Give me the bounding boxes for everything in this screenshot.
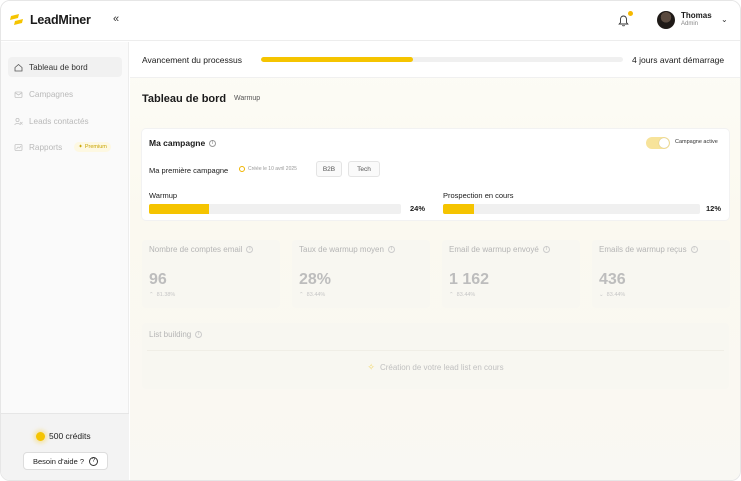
info-icon[interactable]: i xyxy=(542,246,550,253)
prospection-progress-track xyxy=(443,204,700,214)
stat-label: Emails de warmup reçus i xyxy=(599,245,698,254)
premium-badge: ✦ Premium xyxy=(74,142,111,152)
toggle-knob xyxy=(659,138,669,148)
info-icon[interactable]: i xyxy=(246,246,254,253)
page-title: Tableau de bord xyxy=(142,93,227,105)
stat-card-warmup-sent: Email de warmup envoyé i 1 162 ⌃ 83.44% xyxy=(442,240,580,308)
info-icon[interactable]: i xyxy=(209,139,217,147)
stat-card-warmup-received: Emails de warmup reçus i 436 ⌄ 83.44% xyxy=(592,240,730,308)
bell-icon xyxy=(617,15,629,27)
sparkle-icon: ✧ xyxy=(367,362,375,372)
stat-card-email-accounts: Nombre de comptes email i 96 ⌃ 81.38% xyxy=(142,240,280,308)
campaign-card: Ma campagne i Campagne active Ma premièr… xyxy=(142,129,729,220)
arrow-up-icon: ⌃ xyxy=(299,292,304,298)
clock-icon xyxy=(239,166,245,172)
sidebar-item-leads[interactable]: Leads contactés xyxy=(8,111,122,131)
stat-delta: ⌄ 83.44% xyxy=(599,292,626,298)
warmup-label: Warmup xyxy=(149,191,178,200)
logo-icon xyxy=(10,14,23,25)
user-role: Admin xyxy=(681,20,699,27)
stat-value: 1 162 xyxy=(449,271,490,288)
users-icon xyxy=(14,117,23,125)
campaign-active-label: Campagne active xyxy=(675,139,718,145)
mail-icon xyxy=(14,91,23,98)
stat-delta: ⌃ 81.38% xyxy=(149,292,176,298)
process-label: Avancement du processus xyxy=(142,55,243,65)
credits-label: 500 crédits xyxy=(49,431,91,441)
help-icon: ? xyxy=(89,456,99,466)
sidebar-footer: 500 crédits Besoin d'aide ? ? xyxy=(1,413,129,480)
process-progress-track xyxy=(261,57,623,62)
stat-card-warmup-rate: Taux de warmup moyen i 28% ⌃ 83.44% xyxy=(292,240,430,308)
arrow-up-icon: ⌃ xyxy=(149,292,154,298)
campaign-active-toggle[interactable] xyxy=(646,137,670,149)
stat-label: Taux de warmup moyen i xyxy=(299,245,395,254)
info-icon[interactable]: i xyxy=(690,246,698,253)
stat-value: 96 xyxy=(149,271,167,288)
report-icon xyxy=(14,143,23,151)
process-countdown: 4 jours avant démarrage xyxy=(632,55,725,65)
help-label: Besoin d'aide ? xyxy=(32,456,85,466)
list-building-card: List building i ✧ Création de votre lead… xyxy=(142,323,729,389)
user-name: Thomas xyxy=(681,11,712,20)
list-building-status: ✧ Création de votre lead list en cours xyxy=(147,350,724,384)
arrow-up-icon: ⌃ xyxy=(449,292,454,298)
sidebar-item-campaigns[interactable]: Campagnes xyxy=(8,84,122,104)
page-subtitle: Warmup xyxy=(234,95,261,102)
notification-dot xyxy=(628,11,633,16)
campaign-created-date: Créée le 10 avril 2025 xyxy=(239,166,297,172)
stat-value: 28% xyxy=(299,271,332,288)
avatar xyxy=(657,11,675,29)
credits-display: 500 crédits xyxy=(36,431,91,441)
info-icon[interactable]: i xyxy=(387,246,395,253)
help-button[interactable]: Besoin d'aide ? ? xyxy=(23,452,108,470)
sidebar-item-label: Tableau de bord xyxy=(29,62,88,72)
user-menu[interactable]: Thomas Admin xyxy=(657,11,712,29)
campaign-name: Ma première campagne xyxy=(149,166,229,175)
stat-value: 436 xyxy=(599,271,626,288)
warmup-progress-fill xyxy=(149,204,210,214)
user-info: Thomas Admin xyxy=(681,11,712,28)
tag-b2b: B2B xyxy=(316,161,342,177)
chevron-down-icon[interactable]: ⌄ xyxy=(721,15,728,24)
sidebar-item-label: Rapports xyxy=(29,142,63,152)
sidebar-item-label: Campagnes xyxy=(29,89,74,99)
app-name: LeadMiner xyxy=(30,13,91,27)
list-building-title: List building i xyxy=(149,330,203,339)
stat-delta: ⌃ 83.44% xyxy=(299,292,326,298)
campaign-title: Ma campagne i xyxy=(149,138,217,148)
warmup-percent: 24% xyxy=(410,204,426,213)
sidebar-item-reports[interactable]: Rapports ✦ Premium xyxy=(8,137,122,157)
stat-delta: ⌃ 83.44% xyxy=(449,292,476,298)
home-icon xyxy=(14,63,23,71)
tag-tech: Tech xyxy=(348,161,380,177)
star-icon: ✦ xyxy=(78,144,83,150)
sidebar: Tableau de bord Campagnes Leads contacté… xyxy=(1,42,129,480)
main-content: Avancement du processus 4 jours avant dé… xyxy=(130,42,740,480)
notifications-button[interactable] xyxy=(613,11,633,31)
app-window: LeadMiner « Thomas Admin ⌄ Tableau de bo… xyxy=(0,0,741,481)
warmup-progress-track xyxy=(149,204,401,214)
process-progress-fill xyxy=(261,57,414,62)
sidebar-item-label: Leads contactés xyxy=(29,116,89,126)
prospection-label: Prospection en cours xyxy=(443,191,514,200)
prospection-percent: 12% xyxy=(706,204,722,213)
logo[interactable]: LeadMiner xyxy=(9,12,91,28)
process-progress: Avancement du processus 4 jours avant dé… xyxy=(130,42,740,78)
sidebar-item-dashboard[interactable]: Tableau de bord xyxy=(8,57,122,77)
info-icon[interactable]: i xyxy=(195,331,203,338)
collapse-sidebar-icon[interactable]: « xyxy=(109,12,123,26)
top-bar: LeadMiner « Thomas Admin ⌄ xyxy=(1,1,740,41)
stat-label: Nombre de comptes email i xyxy=(149,245,254,254)
arrow-down-icon: ⌄ xyxy=(599,292,604,298)
coin-icon xyxy=(36,431,45,441)
prospection-progress-fill xyxy=(443,204,474,214)
stat-label: Email de warmup envoyé i xyxy=(449,245,550,254)
